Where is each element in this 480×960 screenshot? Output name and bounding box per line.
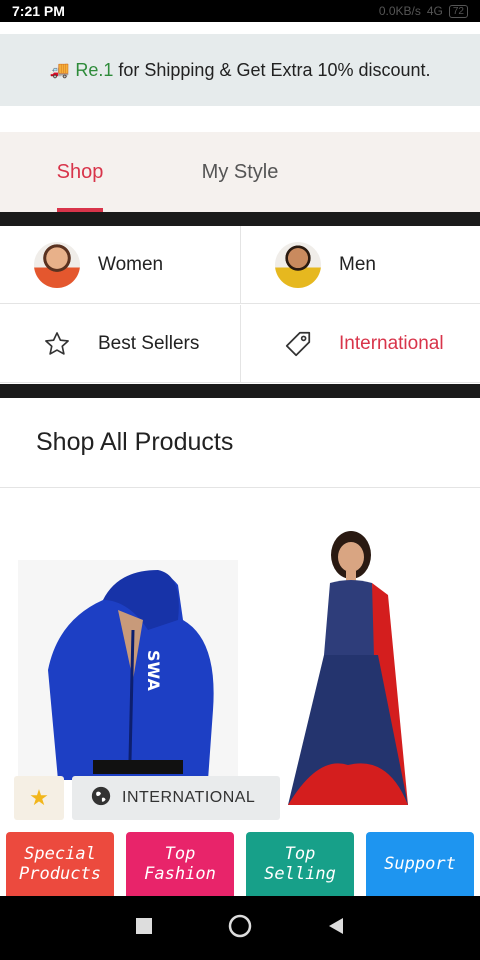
tile-top-fashion[interactable]: Top Fashion <box>126 832 234 896</box>
tab-shop[interactable]: Shop <box>0 132 160 212</box>
battery-icon: 72 <box>448 4 468 18</box>
truck-icon: 🚚 <box>49 62 70 79</box>
category-men-label: Men <box>339 253 376 275</box>
network-speed: 0.0KB/s <box>378 4 421 18</box>
home-button[interactable] <box>227 913 253 944</box>
back-button[interactable] <box>327 916 345 941</box>
product-image-gown[interactable] <box>278 525 423 820</box>
tab-my-style[interactable]: My Style <box>160 132 320 212</box>
promo-text: for Shipping & Get Extra 10% discount. <box>118 59 431 80</box>
tile-line: Fashion <box>144 864 216 884</box>
tab-my-style-label: My Style <box>201 160 279 183</box>
status-indicators: 0.0KB/s 4G 72 <box>379 4 468 18</box>
international-chip-label: INTERNATIONAL <box>122 789 256 806</box>
separator-bar <box>0 384 480 398</box>
category-grid: Women Men Best Sellers International <box>0 226 480 383</box>
tile-line: Selling <box>264 864 336 884</box>
category-women-label: Women <box>98 253 164 275</box>
tile-line: Top <box>164 844 196 864</box>
women-avatar <box>34 241 80 288</box>
tab-shop-label: Shop <box>56 160 104 183</box>
category-international[interactable]: International <box>240 305 480 383</box>
tile-line: Special <box>24 844 96 864</box>
status-bar: 7:21 PM 0.0KB/s 4G 72 <box>0 0 480 22</box>
separator-bar <box>0 212 480 226</box>
tile-line: Support <box>384 854 456 874</box>
category-women[interactable]: Women <box>0 226 240 304</box>
promo-highlight: Re.1 <box>75 59 114 80</box>
tile-line: Products <box>19 864 101 884</box>
signal-type: 4G <box>426 4 443 18</box>
category-best-sellers[interactable]: Best Sellers <box>0 305 240 383</box>
promo-banner[interactable]: 🚚 Re.1 for Shipping & Get Extra 10% disc… <box>0 34 480 106</box>
tile-top-selling[interactable]: Top Selling <box>246 832 354 896</box>
international-chip[interactable]: INTERNATIONAL <box>72 776 280 820</box>
star-icon <box>34 321 80 367</box>
product-image-hoodie[interactable]: SWA <box>18 560 238 780</box>
divider <box>0 487 480 488</box>
svg-text:SWA: SWA <box>144 650 163 691</box>
globe-icon <box>90 785 112 812</box>
men-avatar <box>275 241 321 288</box>
status-time: 7:21 PM <box>12 3 65 19</box>
tag-icon <box>275 321 321 367</box>
tab-bar: Shop My Style <box>0 132 480 212</box>
recents-button[interactable] <box>135 917 153 940</box>
android-nav-bar <box>0 896 480 960</box>
category-best-sellers-label: Best Sellers <box>98 332 200 354</box>
category-men[interactable]: Men <box>240 226 480 304</box>
tile-line: Top <box>284 844 316 864</box>
section-title: Shop All Products <box>36 428 234 456</box>
tile-special-products[interactable]: Special Products <box>6 832 114 896</box>
category-international-label: International <box>339 332 444 354</box>
tile-support[interactable]: Support <box>366 832 474 896</box>
favorite-star-button[interactable]: ★ <box>14 776 64 820</box>
star-badge-icon: ★ <box>29 785 49 810</box>
